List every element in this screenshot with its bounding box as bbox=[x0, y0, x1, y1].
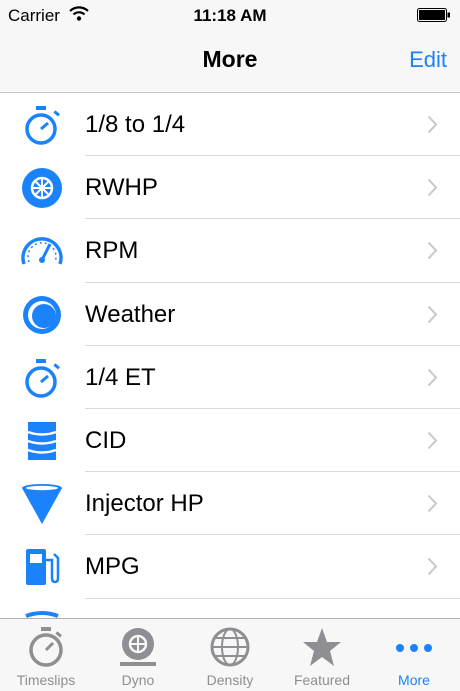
list-item-rwhp[interactable]: RWHP bbox=[0, 156, 460, 220]
list-item-mpg[interactable]: MPG bbox=[0, 535, 460, 599]
star-icon bbox=[303, 628, 341, 666]
tachometer-icon bbox=[21, 237, 63, 265]
list-item-label: RPM bbox=[85, 237, 139, 265]
list-item-cid[interactable]: CID bbox=[0, 409, 460, 473]
list-item-label: Weather bbox=[85, 300, 176, 328]
tab-more[interactable]: More bbox=[368, 619, 460, 691]
list-item-label: RWHP bbox=[85, 174, 158, 202]
list-item-label: 1/8 to 1/4 bbox=[85, 111, 186, 138]
chevron-right-icon bbox=[427, 242, 438, 260]
fuel-pump-icon bbox=[26, 549, 60, 586]
tab-dyno[interactable]: Dyno bbox=[92, 619, 184, 691]
stopwatch-icon bbox=[25, 106, 60, 145]
partial-row-icon bbox=[25, 610, 59, 618]
injector-icon bbox=[22, 484, 62, 525]
stopwatch-icon bbox=[29, 627, 63, 667]
tab-label: Dyno bbox=[121, 672, 155, 688]
list-item-label: 1/4 ET bbox=[85, 363, 156, 391]
chevron-right-icon bbox=[427, 179, 438, 197]
list-item-injector-hp[interactable]: Injector HP bbox=[0, 472, 460, 536]
status-time: 11:18 AM bbox=[193, 6, 267, 25]
chevron-right-icon bbox=[427, 558, 438, 576]
status-bar: Carrier 11:18 AM bbox=[0, 0, 460, 30]
cylinder-icon bbox=[27, 421, 57, 460]
chevron-right-icon bbox=[427, 115, 438, 134]
tab-label: More bbox=[398, 672, 430, 688]
list-item-1-4-et[interactable]: 1/4 ET bbox=[0, 346, 460, 410]
list-item-partial[interactable] bbox=[0, 599, 460, 619]
tab-featured[interactable]: Featured bbox=[276, 619, 368, 691]
chevron-right-icon bbox=[427, 305, 438, 323]
wheel-icon bbox=[22, 168, 62, 209]
battery-icon bbox=[417, 8, 450, 22]
tab-timeslips[interactable]: Timeslips bbox=[0, 619, 92, 691]
tab-label: Featured bbox=[293, 672, 351, 688]
dyno-icon bbox=[120, 628, 156, 666]
tab-label: Timeslips bbox=[16, 672, 76, 688]
more-dots-icon bbox=[396, 644, 432, 652]
tab-density[interactable]: Density bbox=[184, 619, 276, 691]
list-item-label: CID bbox=[85, 426, 127, 454]
tab-label: Density bbox=[206, 672, 254, 688]
chevron-right-icon bbox=[427, 494, 438, 513]
stopwatch-icon bbox=[25, 358, 60, 398]
list-item-label: Injector HP bbox=[85, 490, 204, 518]
weather-icon bbox=[23, 295, 61, 334]
page-title: More bbox=[202, 46, 258, 72]
chevron-right-icon bbox=[427, 431, 438, 450]
navigation-bar: More Edit bbox=[0, 30, 460, 93]
list-item-1-8-to-1-4[interactable]: 1/8 to 1/4 bbox=[0, 93, 460, 157]
globe-icon bbox=[210, 627, 250, 667]
more-list: 1/8 to 1/4 RWHP RPM Weather 1/4 ET CID I… bbox=[0, 93, 460, 618]
list-item-rpm[interactable]: RPM bbox=[0, 219, 460, 283]
tab-bar: Timeslips Dyno Density Featured More bbox=[0, 618, 460, 691]
chevron-right-icon bbox=[427, 368, 438, 386]
edit-button[interactable]: Edit bbox=[409, 47, 447, 73]
list-item-label: MPG bbox=[85, 553, 140, 581]
list-item-weather[interactable]: Weather bbox=[0, 283, 460, 346]
